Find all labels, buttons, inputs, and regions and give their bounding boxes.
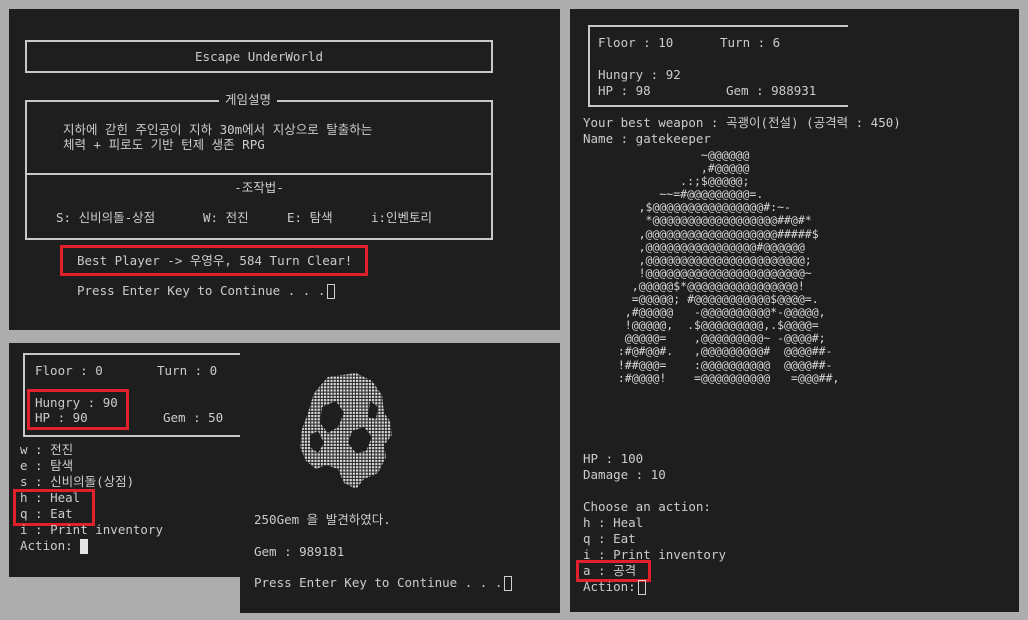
turn-label: Turn : 0: [157, 363, 218, 378]
floor-label: Floor : 10: [598, 35, 674, 50]
menu-heal: h : Heal: [20, 490, 81, 505]
enemy-damage: Damage : 10: [583, 467, 666, 482]
continue-text: Press Enter Key to Continue . . .: [254, 575, 503, 590]
action-input[interactable]: Action:: [583, 579, 646, 595]
enemy-ascii-art: ~@@@@@@ ,#@@@@@ .:;$@@@@@; ~~=#@@@@@@@@@…: [604, 148, 840, 385]
continue-prompt[interactable]: Press Enter Key to Continue . . .: [77, 283, 336, 299]
floor-label: Floor : 0: [35, 363, 103, 378]
title-screen-panel: Escape UnderWorld 게임설명 지하에 갇힌 주인공이 지하 30…: [9, 9, 560, 330]
control-forward: W: 전진: [203, 210, 249, 225]
description-line-1: 지하에 갇힌 주인공이 지하 30m에서 지상으로 탈출하는: [63, 122, 373, 137]
game-title: Escape UnderWorld: [195, 49, 323, 64]
continue-prompt[interactable]: Press Enter Key to Continue . . .: [254, 575, 513, 591]
menu-inventory: i : Print inventory: [20, 522, 163, 537]
gem-screen-panel: 250Gem 을 발견하였다. Gem : 989181 Press Enter…: [240, 343, 560, 613]
menu-shop: s : 신비의돌(상점): [20, 474, 135, 489]
battle-screen-panel: Floor : 10 Turn : 6 Hungry : 92 HP : 98 …: [570, 9, 1019, 612]
text-cursor: [80, 539, 89, 554]
text-cursor: [637, 580, 646, 595]
action-prompt: Action:: [20, 538, 73, 553]
status-screen-panel: Floor : 0 Turn : 0 Hungry : 90 HP : 90 G…: [9, 343, 251, 577]
enemy-hp: HP : 100: [583, 451, 644, 466]
ascii-art-line: :#@@@@! =@@@@@@@@@@ =@@@##,: [604, 370, 840, 385]
menu-eat: q : Eat: [583, 531, 636, 546]
control-inventory: i:인벤토리: [371, 210, 433, 225]
text-cursor: [504, 576, 513, 591]
ascii-art-line: ,@@@@@@@@@@@@@@@@@@@@@@@;: [604, 252, 812, 267]
menu-search: e : 탐색: [20, 458, 74, 473]
description-line-2: 체력 + 피로도 기반 턴제 생존 RPG: [63, 137, 265, 152]
gem-total: Gem : 989181: [254, 544, 345, 559]
choose-action: Choose an action:: [583, 499, 711, 514]
action-input[interactable]: Action:: [20, 538, 89, 554]
turn-label: Turn : 6: [720, 35, 781, 50]
control-shop: S: 신비의돌-상점: [56, 210, 156, 225]
hp-label: HP : 98: [598, 83, 651, 98]
gem-label: Gem : 50: [163, 410, 224, 425]
ascii-art-line: !@@@@@@@@@@@@@@@@@@@@@@@~: [604, 265, 812, 280]
menu-forward: w : 전진: [20, 442, 74, 457]
gem-found-message: 250Gem 을 발견하였다.: [254, 512, 391, 527]
hungry-label: Hungry : 90: [35, 395, 118, 410]
ascii-art-line: :#@#@@#. ,@@@@@@@@@# @@@@##-: [604, 344, 833, 359]
gem-skull-art: [300, 373, 392, 489]
ascii-art-line: ,@@@@@@@@@@@@@@@@#@@@@@@: [604, 239, 805, 254]
controls-header: -조작법-: [234, 180, 284, 195]
continue-text: Press Enter Key to Continue . . .: [77, 283, 326, 298]
menu-heal: h : Heal: [583, 515, 644, 530]
enemy-name: Name : gatekeeper: [583, 131, 711, 146]
best-player: Best Player -> 우영우, 584 Turn Clear!: [77, 253, 353, 268]
description-header: 게임설명: [219, 92, 278, 108]
control-search: E: 탐색: [287, 210, 333, 225]
text-cursor: [327, 284, 336, 299]
action-prompt: Action:: [583, 579, 636, 594]
ascii-art-line: ,@@@@@@@@@@@@@@@@@@@#####$: [604, 226, 819, 241]
hp-label: HP : 90: [35, 410, 88, 425]
gem-label: Gem : 988931: [726, 83, 817, 98]
ascii-art-line: *@@@@@@@@@@@@@@@@@@##@#*: [604, 213, 812, 228]
hungry-label: Hungry : 92: [598, 67, 681, 82]
menu-eat: q : Eat: [20, 506, 73, 521]
menu-attack: a : 공격: [583, 563, 637, 578]
box-divider: [25, 173, 493, 175]
ascii-art-line: !##@@@= :@@@@@@@@@@ @@@@##-: [604, 357, 833, 372]
best-weapon: Your best weapon : 곡괭이(전설) (공격력 : 450): [583, 115, 901, 130]
